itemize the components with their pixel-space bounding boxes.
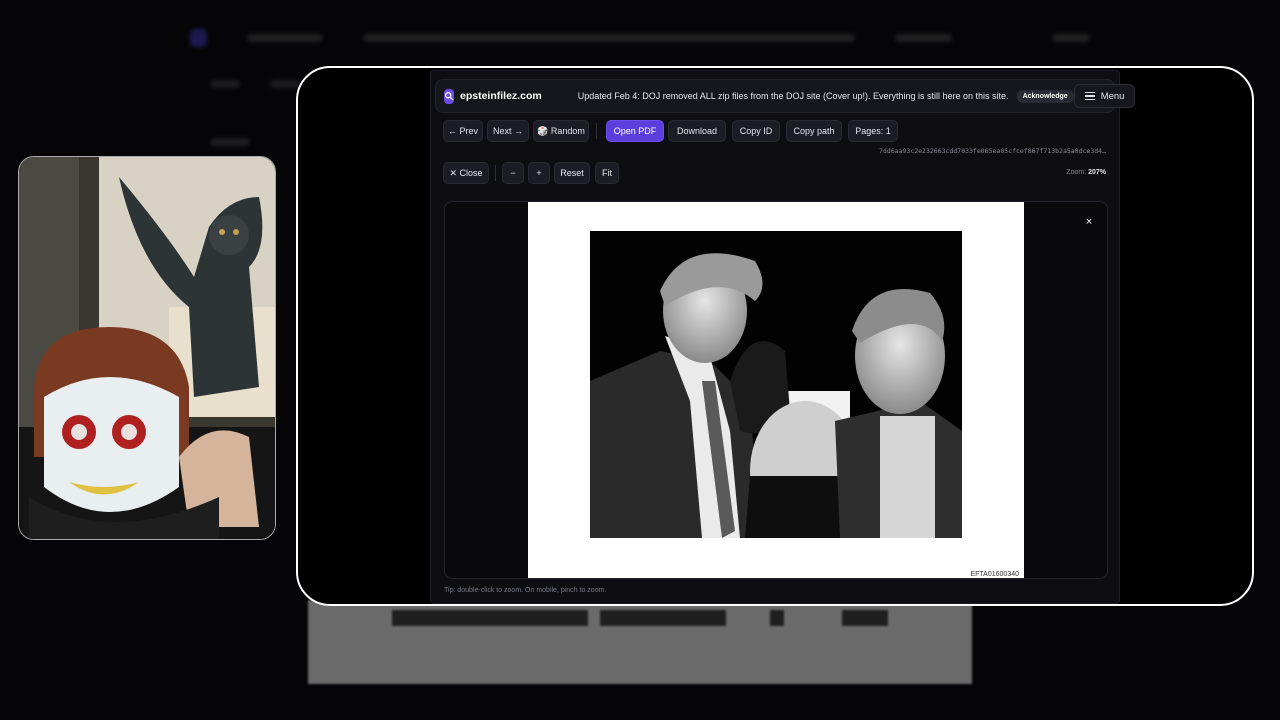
- close-viewer-button[interactable]: ✕ Close: [443, 162, 489, 184]
- zoom-label: Zoom:: [1066, 169, 1087, 176]
- document-photo: [590, 231, 962, 538]
- zoom-in-button[interactable]: +: [528, 162, 550, 184]
- copy-id-button[interactable]: Copy ID: [732, 120, 780, 142]
- toolbar-divider: [596, 123, 597, 139]
- background-redaction: [600, 610, 726, 626]
- download-button[interactable]: Download: [668, 120, 726, 142]
- copy-path-button[interactable]: Copy path: [786, 120, 842, 142]
- background-notice-bar: [362, 34, 856, 42]
- background-side: [210, 138, 250, 146]
- document-page[interactable]: EFTA01600340: [528, 202, 1024, 578]
- zoom-divider: [495, 165, 496, 181]
- site-header: epsteinfilez.com Updated Feb 4: DOJ remo…: [435, 79, 1136, 113]
- background-button-bar: [895, 34, 953, 42]
- background-redaction: [842, 610, 888, 626]
- close-icon[interactable]: ×: [1081, 214, 1097, 230]
- update-notice: Updated Feb 4: DOJ removed ALL zip files…: [577, 91, 1009, 101]
- photo-illustration: [590, 231, 962, 538]
- background-menu-bar: [1052, 34, 1091, 42]
- background-header: [190, 18, 1091, 58]
- zoom-level: Zoom: 207%: [1066, 169, 1106, 176]
- background-logo: [190, 29, 208, 47]
- document-viewer-modal: epsteinfilez.com Updated Feb 4: DOJ remo…: [430, 70, 1136, 604]
- background-redaction: [770, 610, 784, 626]
- webcam-overlay: [18, 156, 276, 540]
- zoom-tip: Tip: double-click to zoom. On mobile, pi…: [444, 587, 607, 594]
- file-hash[interactable]: 7dd6aa93c2e232663cdd7033fe065ea05cfcef86…: [879, 147, 1106, 155]
- reset-zoom-button[interactable]: Reset: [554, 162, 590, 184]
- background-document: [308, 600, 972, 684]
- hamburger-icon: [1084, 90, 1095, 102]
- webcam-video: [19, 157, 275, 539]
- background-title-bar: [247, 34, 323, 42]
- pages-count: Pages: 1: [848, 120, 898, 142]
- zoom-value: 207%: [1088, 169, 1106, 176]
- open-pdf-button[interactable]: Open PDF: [606, 120, 664, 142]
- zoom-out-button[interactable]: −: [502, 162, 524, 184]
- fit-button[interactable]: Fit: [595, 162, 619, 184]
- menu-button[interactable]: Menu: [1073, 84, 1136, 108]
- next-button[interactable]: Next →: [487, 120, 529, 142]
- prev-button[interactable]: ← Prev: [443, 120, 483, 142]
- menu-label: Menu: [1100, 90, 1125, 102]
- search-icon[interactable]: [444, 88, 454, 104]
- background-redaction: [392, 610, 588, 626]
- document-id: EFTA01600340: [970, 571, 1019, 578]
- background-nav: [210, 80, 300, 88]
- random-button[interactable]: 🎲 Random: [533, 120, 589, 142]
- site-name[interactable]: epsteinfilez.com: [460, 90, 542, 102]
- acknowledge-button[interactable]: Acknowledge: [1016, 89, 1074, 103]
- document-viewer[interactable]: EFTA01600340 ×: [444, 201, 1108, 579]
